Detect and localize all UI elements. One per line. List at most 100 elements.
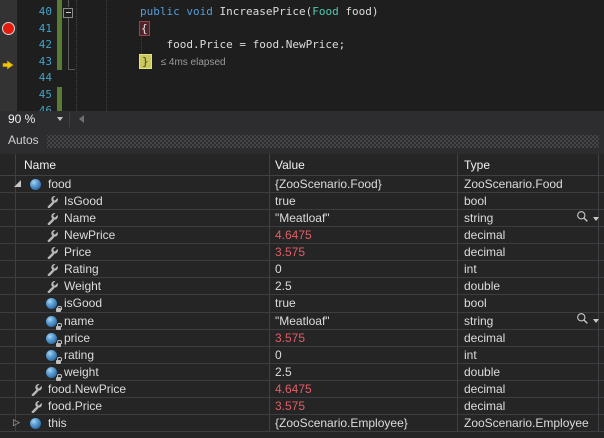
table-row[interactable]: IsGoodtruebool [0, 193, 604, 210]
autos-title-bar[interactable]: Autos [0, 127, 604, 154]
code-text[interactable]: { [140, 21, 149, 38]
table-row[interactable]: weight 2.5 double [0, 364, 604, 381]
variable-value[interactable]: 3.575 [275, 398, 305, 414]
variable-type: double [464, 364, 500, 380]
change-tracking-bar [57, 103, 62, 111]
variable-name: NewPrice [64, 227, 115, 243]
zoom-level-value: 90 % [8, 111, 35, 127]
code-line-42[interactable]: 42 food.Price = food.NewPrice; [0, 37, 604, 54]
column-header-name[interactable]: Name [24, 154, 56, 176]
code-text[interactable]: } ≤ 4ms elapsed [140, 54, 226, 72]
code-line-40[interactable]: 40 public void IncreasePrice(Food food) [0, 4, 604, 21]
table-row[interactable]: isGoodtruebool [0, 295, 604, 312]
variable-type: bool [464, 295, 487, 311]
variable-name: weight [64, 364, 99, 380]
table-row[interactable]: food.Price3.575decimal [0, 398, 604, 415]
variable-value[interactable]: true [275, 295, 296, 311]
property-wrench-icon [46, 263, 59, 276]
variable-name: price [64, 330, 90, 346]
scroll-left-arrow-icon[interactable] [74, 111, 90, 127]
line-number: 41 [14, 21, 52, 38]
code-line-46[interactable]: 46 [0, 103, 604, 111]
code-editor[interactable]: 3940public void IncreasePrice(Food food)… [0, 0, 604, 111]
property-wrench-icon [46, 246, 59, 259]
table-row[interactable]: this{ZooScenario.Employee}ZooScenario.Em… [0, 415, 604, 432]
variable-type: string [464, 313, 493, 329]
autos-title: Autos [8, 127, 39, 154]
fold-collapse-toggle[interactable] [63, 8, 73, 18]
table-row[interactable]: name"Meatloaf"string [0, 313, 604, 330]
chevron-down-icon[interactable] [593, 319, 599, 323]
magnifier-icon[interactable] [576, 210, 589, 228]
code-line-41[interactable]: 41 { [0, 21, 604, 38]
line-number: 46 [14, 103, 52, 111]
property-wrench-icon [46, 280, 59, 293]
variable-name: Rating [64, 261, 99, 277]
column-header-type[interactable]: Type [464, 154, 490, 176]
variable-type: int [464, 261, 477, 277]
code-line-43[interactable]: 43} ≤ 4ms elapsed [0, 54, 604, 71]
line-number: 42 [14, 37, 52, 54]
perf-tip[interactable]: ≤ 4ms elapsed [161, 57, 226, 68]
variable-type: decimal [464, 244, 505, 260]
property-wrench-icon [30, 400, 43, 413]
table-row[interactable]: price 3.575 decimal [0, 330, 604, 347]
table-row[interactable]: Price3.575decimal [0, 244, 604, 261]
text-visualizer-control[interactable] [576, 314, 599, 329]
editor-bottom-bar: 90 % [0, 111, 604, 127]
change-tracking-bar [57, 21, 62, 38]
variable-value[interactable]: "Meatloaf" [275, 313, 330, 329]
table-row[interactable]: rating0int [0, 347, 604, 364]
private-field-icon [46, 332, 59, 345]
variable-type: double [464, 278, 500, 294]
variable-value[interactable]: 4.6475 [275, 227, 312, 243]
breakpoint-icon[interactable] [2, 22, 15, 35]
code-text[interactable]: food.Price = food.NewPrice; [140, 37, 345, 54]
collapse-expander-icon[interactable] [13, 176, 23, 192]
table-row[interactable]: food{ZooScenario.Food}ZooScenario.Food [0, 176, 604, 193]
code-line-45[interactable]: 45 [0, 87, 604, 104]
variable-value[interactable]: 3.575 [275, 244, 305, 260]
variable-type: decimal [464, 330, 505, 346]
autos-variable-list: food{ZooScenario.Food}ZooScenario.FoodIs… [0, 176, 604, 433]
property-wrench-icon [46, 229, 59, 242]
text-visualizer-control[interactable] [576, 211, 599, 226]
variable-name: this [48, 415, 67, 431]
variable-value[interactable]: {ZooScenario.Food} [275, 176, 382, 192]
line-number: 40 [14, 4, 52, 21]
column-header-value[interactable]: Value [275, 154, 305, 176]
line-number: 43 [14, 54, 52, 71]
variable-value[interactable]: 2.5 [275, 364, 292, 380]
table-row[interactable]: food.NewPrice4.6475decimal [0, 381, 604, 398]
variable-value[interactable]: 0 [275, 261, 282, 277]
variable-value[interactable]: {ZooScenario.Employee} [275, 415, 408, 431]
variable-value[interactable]: 2.5 [275, 278, 292, 294]
code-text[interactable]: public void IncreasePrice(Food food) [140, 4, 378, 21]
variable-value[interactable]: 3.575 [275, 330, 305, 346]
chevron-down-icon[interactable] [593, 217, 599, 221]
variable-value[interactable]: 0 [275, 347, 282, 363]
change-tracking-bar [57, 37, 62, 54]
code-line-44[interactable]: 44 [0, 70, 604, 87]
variable-type: bool [464, 193, 487, 209]
variable-name: Weight [64, 278, 101, 294]
variable-name: food [48, 176, 71, 192]
table-row[interactable]: Name"Meatloaf"string [0, 210, 604, 227]
code-token: food) [339, 5, 379, 18]
title-bar-grip [47, 135, 599, 148]
zoom-level-select[interactable]: 90 % [0, 111, 70, 127]
magnifier-icon[interactable] [576, 312, 589, 330]
table-row[interactable]: Rating 0 int [0, 261, 604, 278]
variable-value[interactable]: 4.6475 [275, 381, 312, 397]
variable-value[interactable]: "Meatloaf" [275, 210, 330, 226]
change-tracking-bar [57, 54, 62, 71]
current-statement-brace: } [140, 55, 151, 68]
private-field-icon [46, 297, 59, 310]
variable-type: decimal [464, 381, 505, 397]
line-number: 44 [14, 70, 52, 87]
table-row[interactable]: Weight 2.5 double [0, 278, 604, 295]
expand-expander-icon[interactable] [13, 415, 23, 431]
variable-value[interactable]: true [275, 193, 296, 209]
variable-type: string [464, 210, 493, 226]
table-row[interactable]: NewPrice4.6475decimal [0, 227, 604, 244]
